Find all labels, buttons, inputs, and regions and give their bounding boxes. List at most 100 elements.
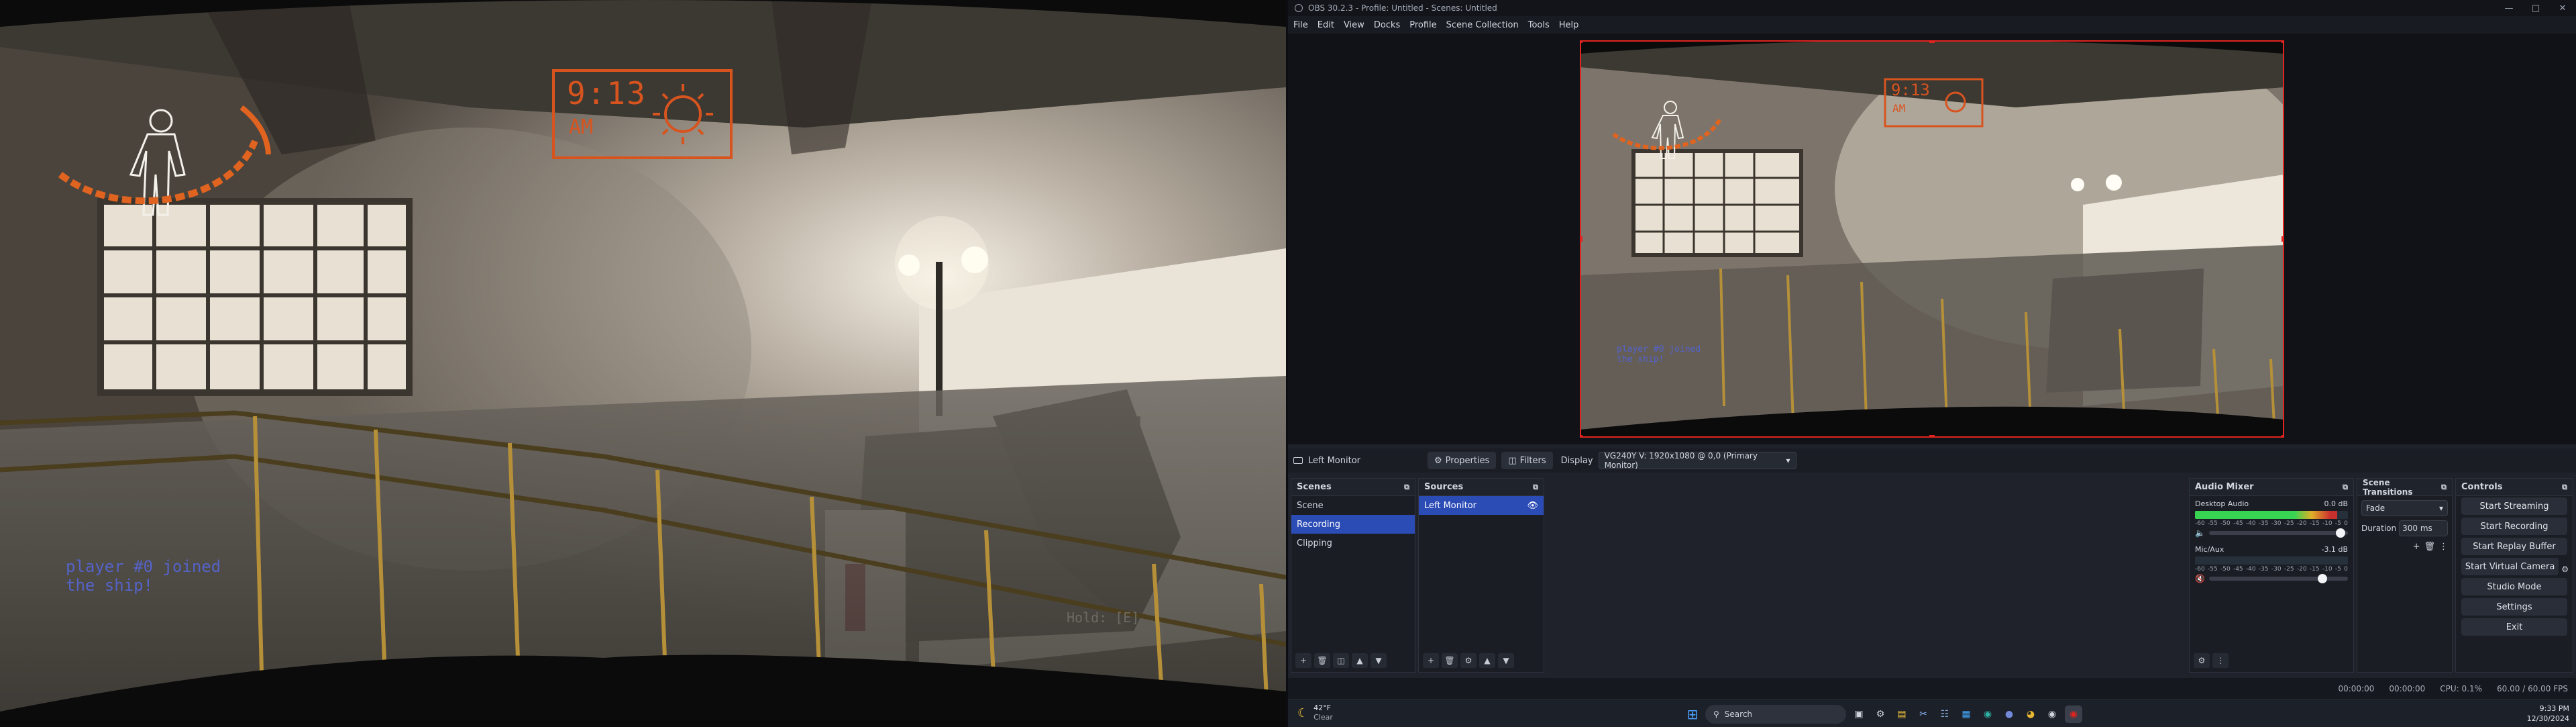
windows-start-icon[interactable]: ⊞ [1684,706,1701,723]
scene-item[interactable]: Recording [1291,515,1415,534]
file-explorer-icon[interactable]: ▤ [1893,706,1911,723]
resize-handle[interactable] [2282,40,2284,43]
edge-icon[interactable]: ◉ [1979,706,1996,723]
filters-label: Filters [1519,455,1546,466]
settings-app-icon[interactable]: ⚙ [1872,706,1889,723]
chrome-icon[interactable]: ◕ [2022,706,2039,723]
scene-item[interactable]: Scene [1291,496,1415,515]
arrow-up-icon[interactable]: ▲ [1352,653,1368,668]
discord-icon[interactable]: ● [2000,706,2018,723]
resize-handle[interactable] [2282,236,2284,242]
trash-icon[interactable]: 🗑 [1314,653,1330,668]
add-icon[interactable]: + [1423,653,1439,668]
volume-slider[interactable] [2208,528,2348,538]
menu-view[interactable]: View [1344,20,1364,30]
resize-handle[interactable] [2282,435,2284,438]
trash-icon[interactable]: 🗑 [1442,653,1458,668]
gear-icon[interactable]: ⚙ [2561,565,2569,574]
window-title: OBS 30.2.3 - Profile: Untitled - Scenes:… [1308,3,1497,13]
meter-fill [2195,511,2338,519]
more-icon[interactable]: ⋮ [2439,542,2448,552]
menu-scene-collection[interactable]: Scene Collection [1446,20,1519,30]
steam-icon[interactable]: ◉ [2043,706,2061,723]
clock-date[interactable]: 12/30/2024 [2527,714,2569,724]
snipping-tool-icon[interactable]: ✂ [1915,706,1932,723]
maximize-icon[interactable]: □ [2522,0,2549,16]
scene-item[interactable]: Clipping [1291,534,1415,552]
gear-icon[interactable]: ⚙ [1460,653,1477,668]
exit-button[interactable]: Exit [2461,618,2567,636]
preview-area[interactable]: 9:13 AM player #0 joined the ship! [1288,34,2576,444]
add-icon[interactable]: + [2413,542,2420,552]
preview-canvas[interactable]: 9:13 AM player #0 joined the ship! [1580,40,2284,438]
scale-tick: -50 [2220,520,2231,527]
undock-icon[interactable]: ⧉ [2343,483,2348,492]
selection-box[interactable] [1580,40,2284,438]
weather-widget[interactable]: ☾ 42°F Clear [1297,704,1333,722]
obs-window: OBS 30.2.3 - Profile: Untitled - Scenes:… [1288,0,2576,699]
start-recording-button[interactable]: Start Recording [2461,518,2567,535]
filter-icon[interactable]: ◫ [1333,653,1349,668]
audio-mixer-header: Audio Mixer ⧉ [2190,479,2353,496]
controls-title: Controls [2461,482,2503,492]
eye-icon[interactable]: 👁 [1527,501,1538,511]
resize-handle[interactable] [1929,40,1935,43]
gear-icon[interactable]: ⚙ [2194,653,2210,668]
resize-handle[interactable] [1580,40,1582,43]
minimize-icon[interactable]: — [2496,0,2522,16]
undock-icon[interactable]: ⧉ [1533,483,1538,492]
resize-handle[interactable] [1929,435,1935,438]
menu-tools[interactable]: Tools [1528,20,1550,30]
resize-handle[interactable] [1580,435,1582,438]
weather-temp: 42°F [1313,704,1331,712]
notepad-icon[interactable]: ☷ [1936,706,1953,723]
scale-tick: -40 [2245,520,2256,527]
weather-desc: Clear [1313,713,1333,722]
scale-tick: -30 [2271,520,2282,527]
start-replay-buffer-button[interactable]: Start Replay Buffer [2461,538,2567,555]
menu-file[interactable]: File [1293,20,1308,30]
menu-docks[interactable]: Docks [1374,20,1400,30]
store-icon[interactable]: ▦ [1957,706,1975,723]
clock-time[interactable]: 9:33 PM [2527,704,2569,714]
speaker-icon[interactable]: 🔈 [2195,528,2205,538]
properties-button[interactable]: ⚙ Properties [1428,452,1497,469]
source-item[interactable]: Left Monitor 👁 [1419,496,1544,515]
scale-tick: -10 [2322,566,2332,573]
obs-logo-icon [1295,4,1303,12]
start-virtual-camera-button[interactable]: Start Virtual Camera [2461,558,2559,575]
menu-profile[interactable]: Profile [1409,20,1436,30]
menu-edit[interactable]: Edit [1318,20,1334,30]
add-icon[interactable]: + [1295,653,1311,668]
resize-handle[interactable] [1580,236,1582,242]
arrow-down-icon[interactable]: ▼ [1371,653,1387,668]
task-view-icon[interactable]: ▣ [1850,706,1868,723]
volume-knob[interactable] [2335,528,2345,538]
duration-input[interactable]: 300 ms [2399,520,2448,536]
scale-tick: -35 [2258,520,2269,527]
taskbar-search[interactable]: ⚲ Search [1705,705,1846,724]
arrow-up-icon[interactable]: ▲ [1479,653,1495,668]
volume-knob[interactable] [2317,574,2327,583]
undock-icon[interactable]: ⧉ [2441,483,2447,492]
display-select[interactable]: VG240Y V: 1920x1080 @ 0,0 (Primary Monit… [1598,451,1796,470]
sources-header: Sources ⧉ [1419,479,1544,496]
transition-select[interactable]: Fade ▾ [2361,500,2448,516]
menu-help[interactable]: Help [1559,20,1579,30]
volume-slider[interactable] [2208,574,2348,583]
filters-button[interactable]: ◫ Filters [1501,452,1553,469]
obs-app-icon[interactable]: ◉ [2065,706,2082,723]
sources-dock: Sources ⧉ Left Monitor 👁 + 🗑 ⚙ ▲ ▼ [1418,478,1544,673]
volume-meter [2195,511,2348,519]
undock-icon[interactable]: ⧉ [2562,483,2567,492]
settings-button[interactable]: Settings [2461,598,2567,616]
start-streaming-button[interactable]: Start Streaming [2461,497,2567,515]
scale-tick: -55 [2207,566,2218,573]
studio-mode-button[interactable]: Studio Mode [2461,578,2567,595]
mic-muted-icon[interactable]: 🔇 [2195,574,2205,583]
trash-icon[interactable]: 🗑 [2424,542,2435,552]
undock-icon[interactable]: ⧉ [1404,483,1409,492]
close-icon[interactable]: ✕ [2549,0,2576,16]
more-icon[interactable]: ⋮ [2212,653,2229,668]
arrow-down-icon[interactable]: ▼ [1498,653,1514,668]
